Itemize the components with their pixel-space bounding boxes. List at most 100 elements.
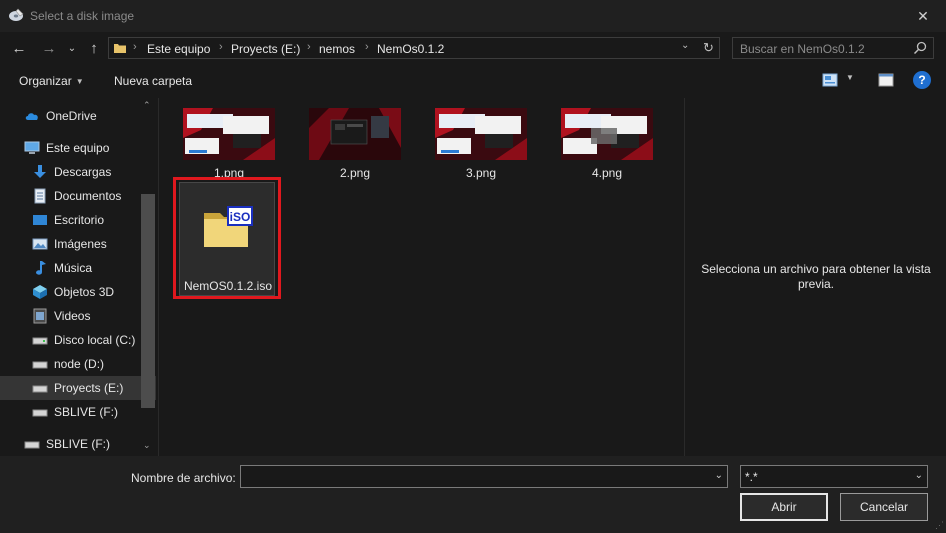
drive-icon: [32, 332, 48, 348]
file-name: 4.png: [591, 166, 623, 180]
back-arrow-icon: ←: [11, 39, 27, 57]
new-folder-label: Nueva carpeta: [114, 74, 193, 88]
file-type-filter[interactable]: *.* ⌄: [740, 465, 928, 488]
title-bar: Select a disk image ✕: [0, 0, 946, 32]
documents-icon: [32, 188, 48, 204]
caret-down-icon: ▼: [75, 77, 84, 86]
chevron-down-icon[interactable]: ⌄: [915, 470, 923, 481]
sidebar-item-label: Descargas: [54, 165, 112, 179]
chevron-down-icon: ⌄: [67, 42, 77, 54]
sidebar-item-label: Disco local (C:): [54, 333, 136, 347]
sidebar-item-label: SBLIVE (F:): [46, 437, 111, 451]
image-thumbnail: [183, 108, 275, 160]
sidebar-item-label: Imágenes: [54, 237, 107, 251]
file-item-nemos-iso[interactable]: iSO NemOS0.1.2.iso: [179, 182, 275, 296]
sidebar-item-objetos-3d[interactable]: Objetos 3D: [0, 280, 156, 304]
close-icon: ✕: [917, 7, 929, 24]
iso-disk-image-icon: iSO: [204, 206, 253, 247]
breadcrumb-este-equipo[interactable]: Este equipo: [147, 42, 210, 56]
recent-locations-button[interactable]: ⌄: [66, 38, 78, 58]
file-item-4-png[interactable]: 4.png: [557, 108, 657, 180]
chevron-down-icon[interactable]: ⌄: [715, 470, 723, 481]
sidebar-item-label: SBLIVE (F:): [54, 405, 119, 419]
breadcrumb-nemos012[interactable]: NemOs0.1.2: [377, 42, 444, 56]
desktop-icon: [32, 212, 48, 228]
sidebar-item-sblive-f[interactable]: SBLIVE (F:): [0, 400, 156, 424]
resize-grip-icon[interactable]: ⋰: [935, 520, 944, 531]
file-name: 3.png: [465, 166, 497, 180]
preview-message: Selecciona un archivo para obtener la vi…: [701, 262, 931, 291]
sidebar-item-documentos[interactable]: Documentos: [0, 184, 156, 208]
sidebar-item-este-equipo[interactable]: Este equipo: [0, 136, 156, 160]
change-view-icon[interactable]: [822, 73, 838, 87]
search-icon: [913, 41, 927, 55]
window-title: Select a disk image: [30, 9, 135, 23]
sidebar-item-imagenes[interactable]: Imágenes: [0, 232, 156, 256]
sidebar-item-label: OneDrive: [46, 109, 97, 123]
sidebar-item-label: Videos: [54, 309, 91, 323]
drive-icon: [24, 436, 40, 452]
search-input[interactable]: Buscar en NemOs0.1.2: [732, 37, 934, 59]
sidebar-item-label: Escritorio: [54, 213, 105, 227]
file-item-3-png[interactable]: 3.png: [431, 108, 531, 180]
videos-icon: [32, 308, 48, 324]
breadcrumb-separator: ›: [219, 41, 223, 53]
folder-icon: [114, 44, 126, 53]
forward-arrow-icon: →: [41, 39, 57, 57]
breadcrumb-separator: ›: [133, 41, 137, 53]
preview-pane-icon[interactable]: [878, 73, 894, 87]
search-placeholder: Buscar en NemOs0.1.2: [740, 42, 865, 56]
drive-icon: [32, 380, 48, 396]
address-dropdown-icon[interactable]: ⌄: [681, 40, 689, 51]
sidebar-item-label: Este equipo: [46, 141, 110, 155]
cancel-button[interactable]: Cancelar: [840, 493, 928, 521]
file-list[interactable]: 1.png 2.png 3.png 4.png iSO NemOS0.1.2.i…: [158, 98, 684, 456]
navigation-pane[interactable]: OneDrive Este equipo Descargas Documento…: [0, 98, 158, 456]
sidebar-item-disco-local-c[interactable]: Disco local (C:): [0, 328, 156, 352]
new-folder-button[interactable]: Nueva carpeta: [114, 74, 192, 88]
drive-icon: [32, 356, 48, 372]
sidebar-item-onedrive[interactable]: OneDrive: [0, 104, 156, 128]
file-item-2-png[interactable]: 2.png: [305, 108, 405, 180]
sidebar-item-musica[interactable]: Música: [0, 256, 156, 280]
downloads-icon: [32, 164, 48, 180]
file-item-1-png[interactable]: 1.png: [179, 108, 279, 180]
sidebar-item-videos[interactable]: Videos: [0, 304, 156, 328]
sidebar-item-proyects-e[interactable]: Proyects (E:): [0, 376, 156, 400]
address-bar[interactable]: › Este equipo › Proyects (E:) › nemos › …: [108, 37, 720, 59]
filename-input[interactable]: ⌄: [240, 465, 728, 488]
breadcrumb-separator: ›: [307, 41, 311, 53]
breadcrumb-separator: ›: [365, 41, 369, 53]
navigation-bar: ← → ⌄ ↑ › Este equipo › Proyects (E:) › …: [0, 32, 946, 64]
view-options-dropdown-icon[interactable]: ▼: [846, 73, 854, 82]
up-button[interactable]: ↑: [86, 38, 102, 58]
open-button[interactable]: Abrir: [740, 493, 828, 521]
sidebar-scrollbar[interactable]: [141, 194, 155, 408]
file-name-bar: Nombre de archivo: ⌄ *.* ⌄ Abrir Cancela…: [0, 456, 946, 533]
image-thumbnail: [309, 108, 401, 160]
scroll-down-icon[interactable]: ⌄: [143, 440, 151, 451]
breadcrumb-proyects[interactable]: Proyects (E:): [231, 42, 300, 56]
iso-icon-label: iSO: [230, 210, 251, 224]
filename-label: Nombre de archivo:: [131, 471, 236, 485]
file-name: 2.png: [339, 166, 371, 180]
sidebar-item-descargas[interactable]: Descargas: [0, 160, 156, 184]
organize-button[interactable]: Organizar ▼: [19, 74, 84, 88]
sidebar-item-sblive-f-root[interactable]: SBLIVE (F:): [0, 432, 156, 456]
refresh-icon[interactable]: ↻: [703, 40, 714, 56]
back-button[interactable]: ←: [10, 38, 28, 58]
filter-value: *.*: [745, 470, 758, 484]
sidebar-item-label: Proyects (E:): [54, 381, 124, 395]
sidebar-item-label: Música: [54, 261, 93, 275]
music-icon: [32, 260, 48, 276]
breadcrumb-nemos[interactable]: nemos: [319, 42, 355, 56]
image-thumbnail: [435, 108, 527, 160]
forward-button[interactable]: →: [40, 38, 58, 58]
sidebar-item-node-d[interactable]: node (D:): [0, 352, 156, 376]
sidebar-item-label: Objetos 3D: [54, 285, 115, 299]
close-button[interactable]: ✕: [900, 0, 946, 32]
scroll-up-icon[interactable]: ⌃: [143, 100, 151, 111]
help-icon[interactable]: ?: [913, 71, 931, 89]
sidebar-item-escritorio[interactable]: Escritorio: [0, 208, 156, 232]
drive-icon: [32, 404, 48, 420]
